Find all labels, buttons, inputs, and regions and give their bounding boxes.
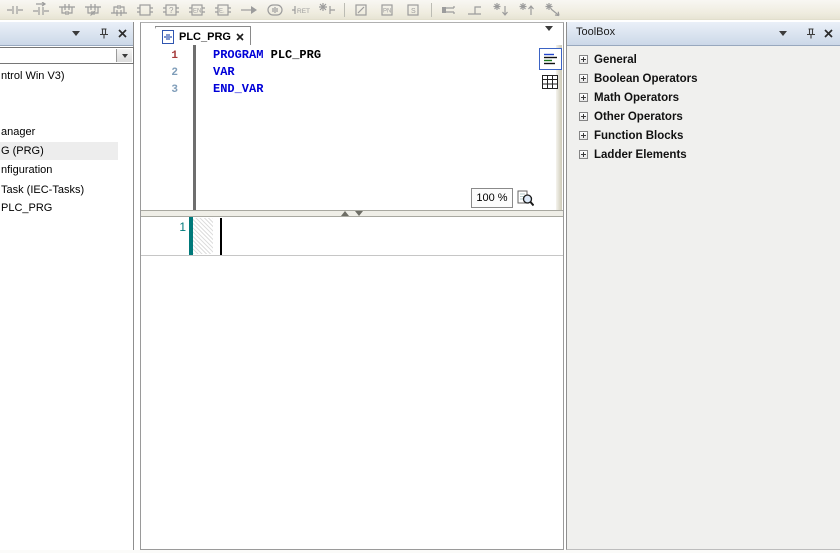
expand-plus-icon[interactable] — [579, 112, 588, 121]
editor-tab-bar: PLC_PRG — [141, 23, 563, 46]
tabular-view-button[interactable] — [541, 73, 559, 90]
insert-return-icon[interactable]: RET — [288, 1, 314, 19]
toolbox-list: General Boolean Operators Math Operators… — [567, 45, 840, 549]
expand-plus-icon[interactable] — [579, 93, 588, 102]
tab-plc-prg[interactable]: PLC_PRG — [155, 26, 251, 46]
expand-plus-icon[interactable] — [579, 150, 588, 159]
toolbox-item-boolean-operators[interactable]: Boolean Operators — [567, 69, 840, 88]
insert-branch-below-icon[interactable] — [462, 1, 488, 19]
ladder-toolbar: ? EN E. RET PN S — [0, 0, 840, 20]
zoom-level-box[interactable]: 100 % — [471, 188, 513, 208]
network-number: 1 — [171, 220, 186, 234]
toolbox-title: ToolBox — [576, 26, 615, 38]
insert-negated-parallel-contact-below-icon[interactable] — [80, 1, 106, 19]
window-position-icon[interactable] — [69, 26, 83, 40]
insert-contact-right-icon[interactable] — [28, 1, 54, 19]
svg-text:EN: EN — [193, 8, 201, 14]
insert-network-below-icon[interactable] — [488, 1, 514, 19]
splitter-up-icon[interactable] — [341, 211, 349, 216]
svg-text:?: ? — [169, 6, 174, 15]
insert-branch-icon[interactable] — [436, 1, 462, 19]
editor-splitter[interactable] — [141, 210, 563, 217]
toolbox-item-general[interactable]: General — [567, 50, 840, 69]
toolbox-item-label: Boolean Operators — [594, 73, 698, 85]
tree-item-plc-prg[interactable]: G (PRG) — [1, 143, 44, 159]
selected-drop-target[interactable] — [193, 218, 213, 254]
edge-detection-icon[interactable]: PN — [375, 1, 401, 19]
svg-text:S: S — [411, 8, 416, 15]
toolbox-item-label: Function Blocks — [594, 130, 683, 142]
toolbox-item-label: General — [594, 54, 637, 66]
tab-label: PLC_PRG — [179, 31, 231, 43]
code-text: PLC_PRG — [263, 48, 321, 62]
insert-empty-network-icon[interactable] — [540, 1, 566, 19]
keyword: VAR — [213, 65, 235, 79]
code-line[interactable]: 1 PROGRAM PLC_PRG — [141, 47, 563, 64]
ladder-pou-icon — [162, 30, 174, 44]
toolbox-item-label: Other Operators — [594, 111, 683, 123]
toolbar-separator — [344, 3, 345, 17]
devices-combobox[interactable] — [0, 47, 134, 64]
tree-item-task-config[interactable]: nfiguration — [1, 162, 52, 178]
toolbox-item-math-operators[interactable]: Math Operators — [567, 88, 840, 107]
toolbox-header: ToolBox — [567, 22, 840, 46]
insert-contact-icon[interactable] — [2, 1, 28, 19]
expand-plus-icon[interactable] — [579, 131, 588, 140]
line-number: 1 — [141, 48, 186, 65]
insert-coil-icon[interactable] — [262, 1, 288, 19]
insert-input-icon[interactable] — [314, 1, 340, 19]
network-divider — [141, 255, 563, 256]
splitter-down-icon[interactable] — [355, 211, 363, 216]
svg-text:E.: E. — [219, 8, 225, 14]
tree-item-main-task[interactable]: Task (IEC-Tasks) — [1, 182, 84, 198]
devices-panel: ntrol Win V3) anager G (PRG) nfiguration… — [0, 22, 134, 550]
keyword: PROGRAM — [213, 48, 263, 62]
toolbox-panel: ToolBox General Boolean Operators Math O… — [566, 22, 840, 550]
negation-icon[interactable] — [349, 1, 375, 19]
insert-box-with-en-eno-icon[interactable]: EN — [184, 1, 210, 19]
text-cursor — [220, 218, 222, 255]
ladder-editor[interactable]: 1 — [141, 217, 563, 549]
line-number: 3 — [141, 82, 186, 99]
zoom-button[interactable] — [515, 188, 535, 208]
tab-close-icon[interactable] — [236, 33, 244, 41]
insert-box-icon[interactable]: ? — [158, 1, 184, 19]
devices-panel-header — [0, 22, 133, 46]
insert-parallel-contact-below-icon[interactable] — [54, 1, 80, 19]
chevron-down-icon[interactable] — [116, 49, 132, 62]
declaration-editor[interactable]: 1 PROGRAM PLC_PRG 2 VAR 3 END_VAR 100 % — [141, 45, 563, 210]
tree-item-device[interactable]: ntrol Win V3) — [1, 68, 65, 84]
editor-panel: PLC_PRG 1 PROGRAM PLC_PRG 2 VAR 3 END_VAR — [140, 22, 564, 550]
insert-empty-box-icon[interactable] — [132, 1, 158, 19]
textual-view-button[interactable] — [539, 48, 562, 70]
insert-parallel-contact-above-icon[interactable] — [106, 1, 132, 19]
insert-network-above-icon[interactable] — [514, 1, 540, 19]
toolbox-item-ladder-elements[interactable]: Ladder Elements — [567, 145, 840, 164]
window-position-icon[interactable] — [776, 26, 790, 40]
keyword: END_VAR — [213, 82, 263, 96]
close-icon[interactable] — [821, 26, 835, 40]
toolbox-item-label: Math Operators — [594, 92, 679, 104]
code-line[interactable]: 2 VAR — [141, 64, 563, 81]
expand-plus-icon[interactable] — [579, 74, 588, 83]
insert-jump-icon[interactable] — [236, 1, 262, 19]
toolbox-item-function-blocks[interactable]: Function Blocks — [567, 126, 840, 145]
toolbox-item-other-operators[interactable]: Other Operators — [567, 107, 840, 126]
line-number: 2 — [141, 65, 186, 82]
tree-item-manager[interactable]: anager — [1, 124, 35, 140]
code-line[interactable]: 3 END_VAR — [141, 81, 563, 98]
set-reset-icon[interactable]: S — [401, 1, 427, 19]
expand-plus-icon[interactable] — [579, 55, 588, 64]
close-icon[interactable] — [115, 26, 129, 40]
pin-icon[interactable] — [803, 26, 817, 40]
svg-text:RET: RET — [297, 8, 310, 15]
insert-empty-box-with-en-eno-icon[interactable]: E. — [210, 1, 236, 19]
toolbox-item-label: Ladder Elements — [594, 149, 687, 161]
pin-icon[interactable] — [96, 26, 110, 40]
svg-text:PN: PN — [383, 8, 391, 14]
toolbar-separator — [431, 3, 432, 17]
tree-item-task-plc-prg[interactable]: PLC_PRG — [1, 200, 52, 216]
